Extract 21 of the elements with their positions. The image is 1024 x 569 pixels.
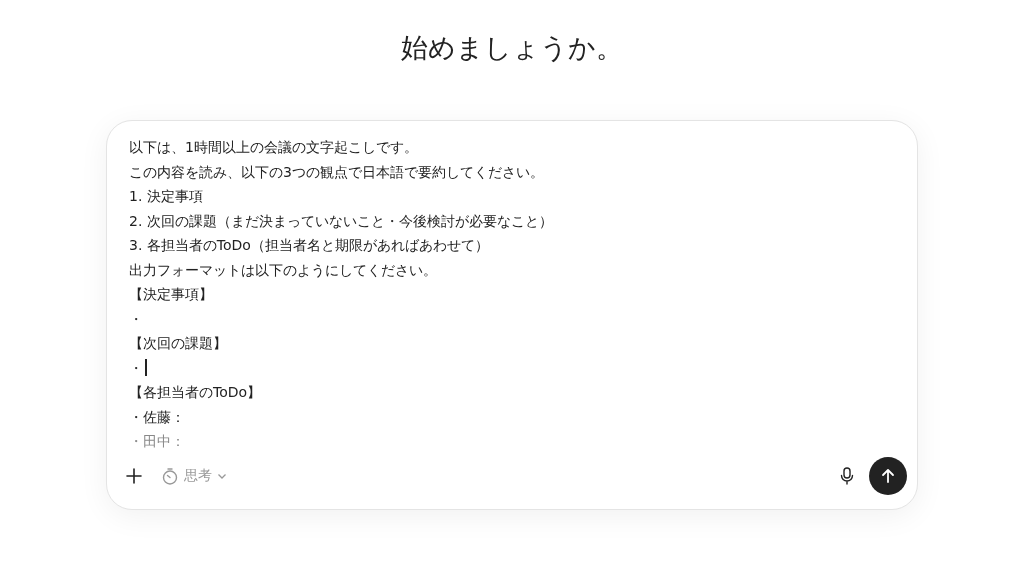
prompt-line: 【次回の課題】 <box>129 334 227 353</box>
page-heading: 始めましょうか。 <box>401 31 623 65</box>
prompt-line: 出力フォーマットは以下のようにしてください。 <box>129 260 437 280</box>
prompt-line: 【各担当者のToDo】 <box>129 383 262 402</box>
prompt-line: 以下は、1時間以上の会議の文字起こしです。 <box>129 138 418 157</box>
prompt-field[interactable]: 以下は、1時間以上の会議の文字起こしです。 この内容を読み、以下の3つの観点で日本語で要約してください。 1. 決定事項 2. 次回の課題（まだ決まっていないこと・今後検討が必要なこと） 3. 各担当者のToDo（担当者名と期限があればあわせて） 出力フォーマットは以下のようにしてください。 【決定事項】 ・ 【次回の課題】 ・ 【各担当者のToDo】 ・佐藤： ・田中： <box>129 135 907 455</box>
stopwatch-icon <box>161 467 179 485</box>
chevron-down-icon <box>217 471 227 481</box>
prompt-line: 2. 次回の課題（まだ決まっていないこと・今後検討が必要なこと） <box>129 211 553 231</box>
prompt-line: 1. 決定事項 <box>129 187 203 206</box>
microphone-icon <box>839 467 855 485</box>
prompt-line: 【決定事項】 <box>129 285 213 304</box>
plus-icon <box>125 467 143 485</box>
prompt-line: ・ <box>129 309 143 329</box>
prompt-line: ・ <box>129 355 147 380</box>
prompt-line: 3. 各担当者のToDo（担当者名と期限があればあわせて） <box>129 236 489 255</box>
prompt-line: ・佐藤： <box>129 407 185 427</box>
arrow-up-icon <box>880 468 896 484</box>
prompt-line: この内容を読み、以下の3つの観点で日本語で要約してください。 <box>129 162 544 182</box>
prompt-line: ・田中： <box>129 432 185 451</box>
send-button[interactable] <box>869 457 907 495</box>
